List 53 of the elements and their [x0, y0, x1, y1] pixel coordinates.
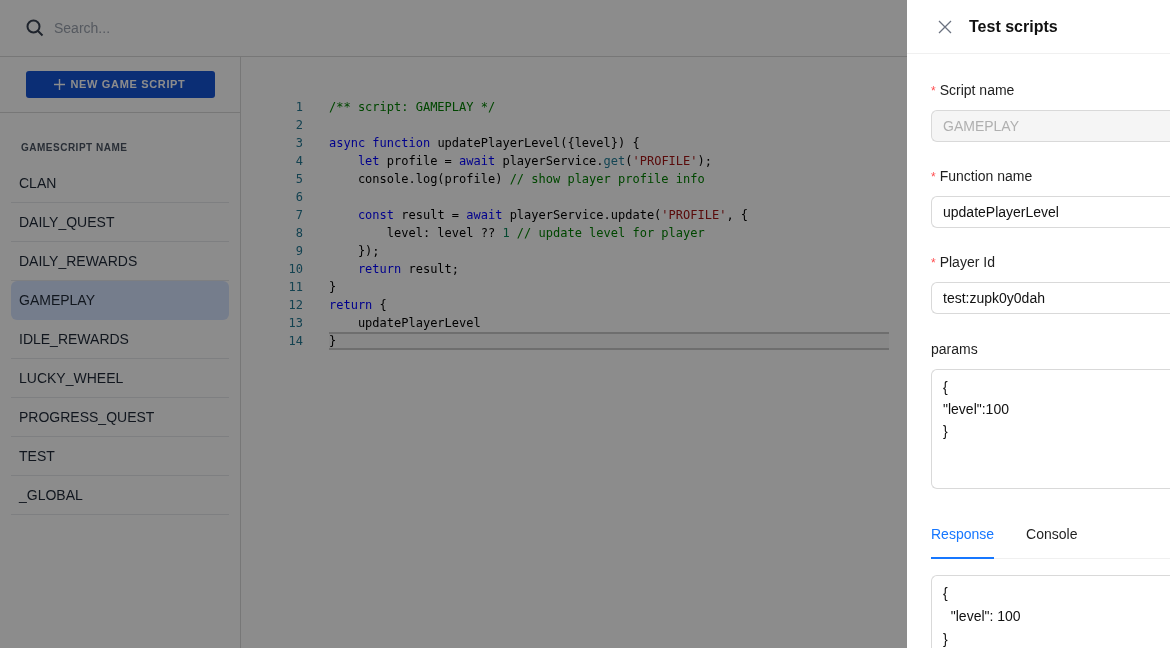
close-icon	[938, 19, 952, 34]
tab[interactable]: Response	[931, 524, 995, 559]
code-line: });	[356, 243, 381, 260]
required-mark: *	[931, 170, 936, 183]
code-line: level: level ?? 1 // update level for player	[385, 225, 706, 242]
line-number: 14	[287, 333, 303, 350]
code-line: async function updatePlayerLevel({level}) {	[329, 135, 641, 152]
line-number: 1	[294, 99, 303, 116]
field-label: Player Id	[939, 253, 995, 272]
line-number: 11	[287, 279, 303, 296]
line-number: 6	[294, 189, 303, 206]
sidebar-item[interactable]: DAILY_QUEST	[11, 203, 229, 242]
new-game-script-button[interactable]: NEW GAME SCRIPT	[25, 71, 215, 98]
code-line: const result = await playerService.update('PROFILE', {	[356, 207, 750, 224]
field-label: Function name	[939, 167, 1033, 186]
line-number: 9	[294, 243, 303, 260]
line-number: 10	[287, 261, 303, 278]
sidebar-item[interactable]: GAMEPLAY	[11, 281, 229, 320]
sidebar-item[interactable]: LUCKY_WHEEL	[11, 359, 229, 398]
sidebar-item[interactable]: IDLE_REWARDS	[11, 320, 229, 359]
code-line: updatePlayerLevel	[356, 315, 482, 332]
search-icon	[26, 19, 44, 37]
line-number: 4	[294, 153, 303, 170]
sidebar-item[interactable]: TEST	[11, 437, 229, 476]
input-field[interactable]: updatePlayerLevel	[931, 196, 1170, 228]
line-number: 8	[294, 225, 303, 242]
code-line: }	[329, 279, 338, 296]
code-line: return {	[329, 297, 388, 314]
required-mark: *	[931, 84, 936, 97]
line-number: 5	[294, 171, 303, 188]
params-textarea[interactable]: { "level":100 }	[931, 369, 1170, 489]
line-number: 13	[287, 315, 303, 332]
code-line: /** script: GAMEPLAY */	[329, 99, 497, 116]
required-mark: *	[931, 256, 936, 269]
line-number: 12	[287, 297, 303, 314]
code-line: let profile = await playerService.get('PROFILE');	[356, 153, 713, 170]
drawer-title: Test scripts	[969, 16, 1058, 37]
column-heading: GAMESCRIPT NAME	[20, 141, 129, 155]
line-number: 7	[294, 207, 303, 224]
code-line: return result;	[356, 261, 461, 278]
plus-icon	[54, 79, 66, 90]
sidebar-item[interactable]: _GLOBAL	[11, 476, 229, 515]
field-label: Script name	[939, 81, 1015, 100]
sidebar-item[interactable]: PROGRESS_QUEST	[11, 398, 229, 437]
code-line: console.log(profile) // show player profile info	[356, 171, 706, 188]
close-button[interactable]	[938, 19, 952, 34]
line-number: 3	[294, 135, 303, 152]
line-number: 2	[294, 117, 303, 134]
response-output: { "level": 100 }	[931, 575, 1170, 648]
sidebar-item[interactable]: CLAN	[11, 164, 229, 203]
tab[interactable]: Console	[1026, 524, 1078, 559]
field-label: params	[931, 340, 978, 359]
input-field[interactable]: test:zupk0y0dah	[931, 282, 1170, 314]
